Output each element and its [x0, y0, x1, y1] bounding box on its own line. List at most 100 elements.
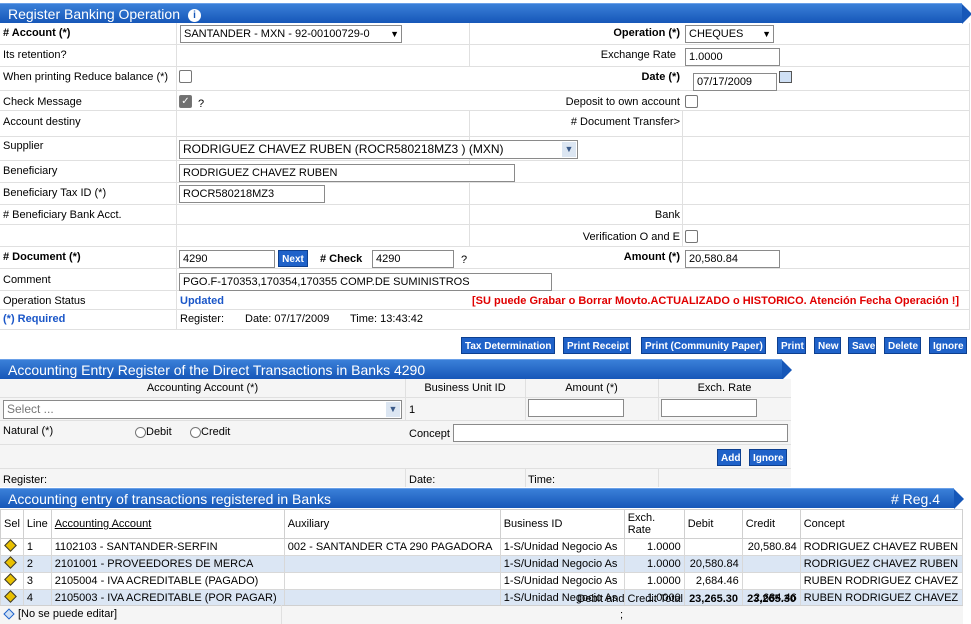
check-number-input[interactable]: 4290 [372, 250, 454, 268]
grid-title: Accounting entry of transactions registe… [8, 491, 331, 507]
cell-line: 4 [22, 589, 52, 607]
footer-note: [No se puede editar] [18, 608, 118, 620]
print-community-button[interactable]: Print (Community Paper) [641, 337, 766, 354]
concept-label: Concept [409, 428, 450, 440]
entry-register-label: Register: [3, 474, 48, 486]
grid-footer [0, 605, 963, 624]
cell-account: 2105004 - IVA ACREDITABLE (PAGADO) [50, 572, 285, 590]
delete-button[interactable]: Delete [884, 337, 921, 354]
verification-checkbox[interactable] [685, 230, 698, 243]
check-message-checkbox[interactable]: ✓ [179, 95, 192, 108]
warning-text: [SU puede Grabar o Borrar Movto.ACTUALIZ… [472, 295, 960, 307]
add-button[interactable]: Add [717, 449, 741, 466]
info-icon[interactable]: i [188, 8, 201, 22]
col-credit: Credit [741, 509, 801, 539]
beneficiary-input[interactable]: RODRIGUEZ CHAVEZ RUBEN [179, 164, 515, 182]
cell-aux [283, 589, 501, 607]
print-receipt-button[interactable]: Print Receipt [563, 337, 631, 354]
status-value: Updated [180, 295, 224, 307]
document-label: # Document (*) [3, 251, 81, 263]
col-business-id: Business ID [499, 509, 625, 539]
check-number-help[interactable]: ? [461, 254, 467, 266]
table-row[interactable]: 1 1102103 - SANTANDER-SERFIN 002 - SANTA… [0, 538, 964, 556]
comment-input[interactable]: PGO.F-170353,170354,170355 COMP.DE SUMIN… [179, 273, 552, 291]
beneficiary-tax-label: Beneficiary Tax ID (*) [3, 187, 107, 199]
new-button[interactable]: New [814, 337, 841, 354]
supplier-select[interactable]: RODRIGUEZ CHAVEZ RUBEN (ROCR580218MZ3 ) … [179, 140, 578, 159]
entry-time-label: Time: [528, 474, 556, 486]
entry-ignore-button[interactable]: Ignore [749, 449, 787, 466]
deposit-checkbox[interactable] [685, 95, 698, 108]
operation-value: CHEQUES [689, 28, 744, 40]
operation-select[interactable]: CHEQUES ▼ [685, 25, 774, 43]
deposit-label: Deposit to own account [565, 96, 680, 108]
table-row[interactable]: 3 2105004 - IVA ACREDITABLE (PAGADO) 1-S… [0, 572, 964, 590]
tax-determination-button[interactable]: Tax Determination [461, 337, 555, 354]
edit-icon[interactable] [0, 589, 24, 607]
check-message-label: Check Message [3, 96, 82, 108]
beneficiary-tax-input[interactable]: ROCR580218MZ3 [179, 185, 325, 203]
date-input[interactable]: 07/17/2009 [693, 73, 777, 91]
entry-date-label: Date: [409, 474, 436, 486]
concept-input[interactable] [453, 424, 788, 442]
print-button[interactable]: Print [777, 337, 806, 354]
next-button[interactable]: Next [278, 250, 308, 267]
comment-label: Comment [3, 274, 51, 286]
grid-header: Accounting entry of transactions registe… [0, 488, 964, 509]
check-message-help[interactable]: ? [198, 98, 204, 110]
form-title: Register Banking Operation [8, 6, 180, 22]
beneficiary-label: Beneficiary [3, 165, 58, 177]
exchange-rate-input[interactable]: 1.0000 [685, 48, 780, 66]
document-input[interactable]: 4290 [179, 250, 275, 268]
table-row[interactable]: 2 2101001 - PROVEEDORES DE MERCA 1-S/Uni… [0, 555, 964, 573]
cell-concept: RUBEN RODRIGUEZ CHAVEZ [799, 589, 964, 607]
entry-rate-input[interactable] [661, 399, 757, 417]
cell-aux [283, 572, 501, 590]
operation-label: Operation (*) [613, 27, 680, 39]
credit-radio[interactable]: Credit [190, 426, 230, 438]
edit-icon[interactable] [0, 555, 24, 573]
register-label: Register: [180, 313, 225, 325]
reduce-balance-checkbox[interactable] [179, 70, 192, 83]
radio-icon[interactable] [190, 426, 201, 438]
chevron-down-icon: ▼ [390, 29, 399, 39]
register-time: Time: 13:43:42 [350, 313, 423, 325]
col-auxiliary: Auxiliary [283, 509, 501, 539]
cell-credit [741, 572, 801, 590]
footer-semicolon: ; [620, 609, 624, 621]
account-value: SANTANDER - MXN - 92-00100729-0 [184, 28, 370, 40]
save-button[interactable]: Save [848, 337, 876, 354]
entry-amount-input[interactable] [528, 399, 624, 417]
chevron-down-icon: ▼ [762, 29, 771, 39]
col-line: Line [22, 509, 52, 539]
cell-aux [283, 555, 501, 573]
calendar-icon[interactable] [779, 71, 792, 83]
account-select[interactable]: SANTANDER - MXN - 92-00100729-0 ▼ [180, 25, 402, 43]
table-row[interactable]: 4 2105003 - IVA ACREDITABLE (POR PAGAR) … [0, 589, 964, 607]
natural-label: Natural (*) [3, 425, 54, 437]
col-sel: Sel [0, 509, 24, 539]
edit-icon[interactable] [0, 572, 24, 590]
col-exch-rate: Exch. Rate [697, 382, 752, 394]
supplier-value: RODRIGUEZ CHAVEZ RUBEN (ROCR580218MZ3 ) … [183, 142, 504, 156]
accounting-account-select[interactable]: Select ... ▼ [3, 400, 402, 419]
cell-bu: 1-S/Unidad Negocio As [499, 538, 625, 556]
cell-debit: 2,684.46 [683, 572, 743, 590]
cell-credit: 20,580.84 [741, 538, 801, 556]
col-accounting-account-sort[interactable]: Accounting Account [50, 509, 285, 539]
cell-line: 1 [22, 538, 52, 556]
total-debit: 23,265.30 [689, 593, 738, 605]
radio-icon[interactable] [135, 426, 146, 438]
required-note: (*) Required [3, 313, 66, 325]
bank-label: Bank [654, 209, 680, 221]
edit-icon[interactable] [0, 538, 24, 556]
cell-account: 2101001 - PROVEEDORES DE MERCA [50, 555, 285, 573]
table-header-row: Sel Line Accounting Account Auxiliary Bu… [0, 509, 964, 539]
cell-debit [683, 538, 743, 556]
ignore-button[interactable]: Ignore [929, 337, 967, 354]
amount-input[interactable]: 20,580.84 [685, 250, 780, 268]
cell-bu: 1-S/Unidad Negocio As [499, 572, 625, 590]
entry-header: Accounting Entry Register of the Direct … [0, 359, 792, 380]
cell-rate: 1.0000 [623, 572, 685, 590]
debit-radio[interactable]: Debit [135, 426, 172, 438]
